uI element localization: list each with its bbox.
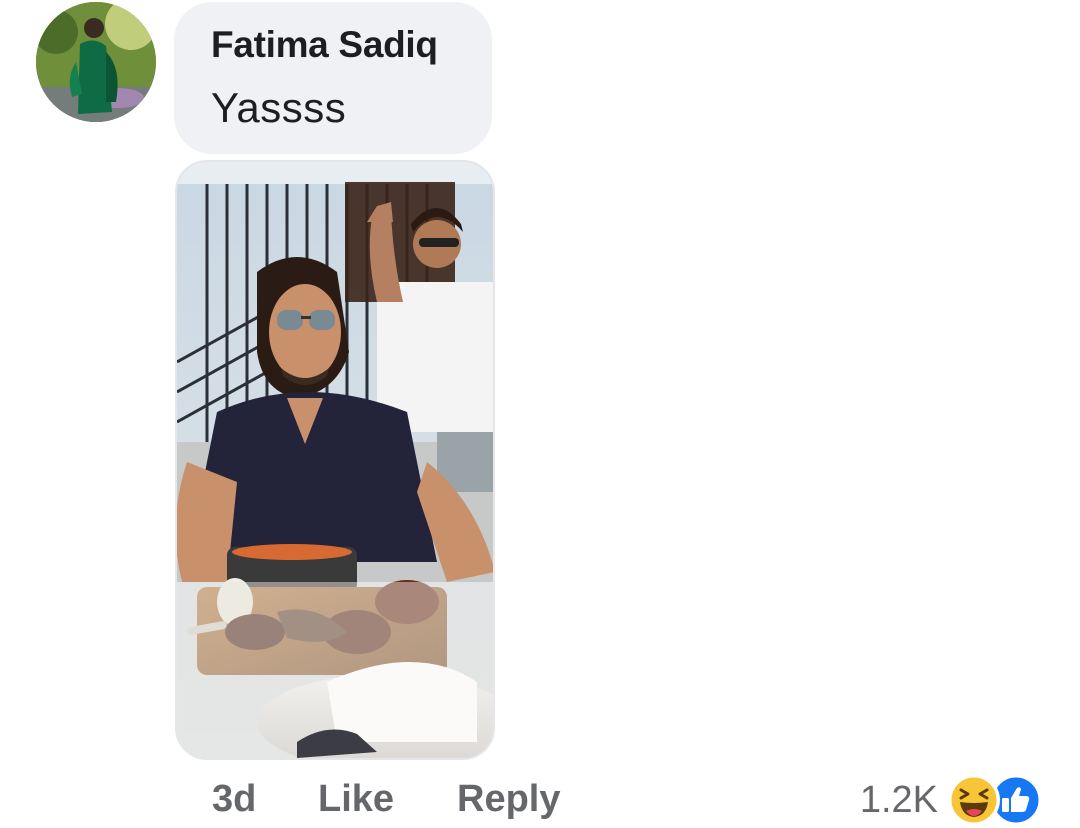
photo-attachment-icon xyxy=(177,162,493,758)
reaction-count: 1.2K xyxy=(859,778,938,821)
comment-text: Yassss xyxy=(211,84,347,131)
comment-author[interactable]: Fatima Sadiq xyxy=(211,24,438,66)
avatar[interactable] xyxy=(36,2,156,122)
haha-reaction-icon xyxy=(948,774,1000,826)
reaction-icons xyxy=(948,774,1044,826)
reactions-summary[interactable]: 1.2K xyxy=(860,772,1044,828)
comment-timestamp: 3d xyxy=(212,778,257,820)
comment-photo-attachment[interactable] xyxy=(175,160,495,760)
reply-button[interactable]: Reply xyxy=(457,778,560,821)
profile-photo-icon xyxy=(36,2,156,122)
like-button[interactable]: Like xyxy=(318,778,394,821)
comment-thread: Fatima Sadiq Yassss 3d Like Reply 1.2K xyxy=(0,0,1080,828)
comment-bubble: Fatima Sadiq Yassss xyxy=(174,2,492,154)
